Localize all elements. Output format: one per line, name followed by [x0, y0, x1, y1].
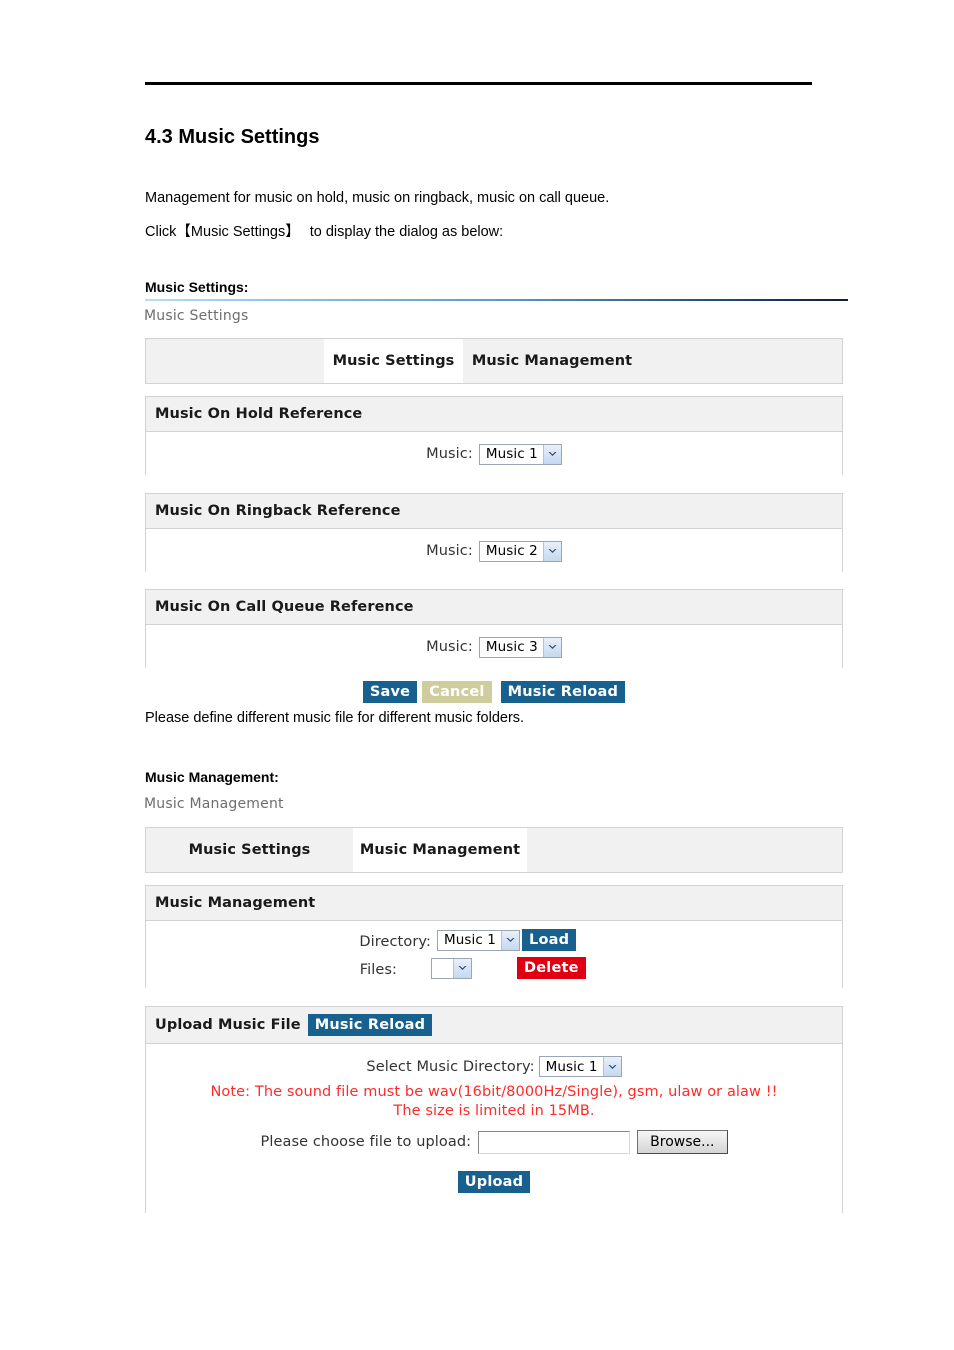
directory-select[interactable]: Music 1	[437, 929, 520, 951]
directory-row: Directory: Music 1 Load	[146, 921, 842, 953]
instruction-suffix: to display the dialog as below:	[309, 224, 504, 240]
directory-label: Directory:	[359, 933, 431, 950]
music-management-block-title: Music Management	[146, 886, 842, 921]
music-on-ringback-title: Music On Ringback Reference	[146, 494, 842, 529]
load-button[interactable]: Load	[522, 929, 577, 951]
select-music-directory-value: Music 1	[545, 1058, 598, 1075]
upload-music-reload-button[interactable]: Music Reload	[307, 1014, 433, 1036]
music-settings-tabbar: Music Settings Music Management	[145, 338, 843, 384]
browse-button[interactable]: Browse...	[637, 1130, 728, 1154]
chevron-down-icon	[542, 541, 561, 561]
tab-music-management-2[interactable]: Music Management	[353, 828, 527, 872]
music-management-block: Music Management Directory: Music 1 Load…	[145, 885, 843, 989]
select-music-directory-row: Select Music Directory: Music 1	[146, 1056, 842, 1077]
tab-spacer-right	[641, 339, 842, 383]
section-divider-gradient	[145, 299, 848, 301]
delete-button[interactable]: Delete	[517, 957, 586, 979]
music-settings-section-label: Music Settings:	[145, 279, 249, 295]
music-settings-footnote: Please define different music file for d…	[145, 710, 525, 726]
header-rule	[145, 82, 812, 85]
select-music-directory-select[interactable]: Music 1	[538, 1056, 622, 1077]
files-select[interactable]	[431, 957, 472, 979]
music-on-call-queue-block: Music On Call Queue Reference Music: Mus…	[145, 589, 843, 669]
tab-spacer-left	[146, 339, 324, 383]
music-on-hold-select-value: Music 1	[485, 446, 538, 462]
directory-select-value: Music 1	[444, 932, 496, 948]
page-title: 4.3 Music Settings	[145, 126, 320, 148]
music-on-ringback-select[interactable]: Music 2	[478, 540, 562, 562]
upload-button[interactable]: Upload	[457, 1171, 531, 1193]
tab-spacer-right-2	[527, 828, 842, 872]
files-select-value	[432, 959, 453, 978]
upload-music-file-header: Upload Music File Music Reload	[146, 1007, 842, 1044]
tab-music-management[interactable]: Music Management	[463, 339, 641, 383]
music-on-hold-title: Music On Hold Reference	[146, 397, 842, 432]
save-button[interactable]: Save	[362, 681, 418, 703]
music-on-call-queue-select[interactable]: Music 3	[478, 636, 562, 658]
chevron-down-icon	[453, 958, 471, 978]
chevron-down-icon	[542, 637, 561, 657]
tab-music-settings-2[interactable]: Music Settings	[146, 828, 353, 872]
select-music-directory-label: Select Music Directory:	[366, 1058, 535, 1075]
tab-music-settings[interactable]: Music Settings	[324, 339, 463, 383]
music-on-ringback-select-value: Music 2	[485, 543, 538, 559]
music-management-panel-caption: Music Management	[144, 796, 284, 812]
instruction-bracketed-term: 【Music Settings】	[176, 224, 300, 240]
choose-file-label: Please choose file to upload:	[260, 1134, 472, 1150]
files-row: Files: Delete	[146, 953, 842, 983]
file-path-input[interactable]	[478, 1130, 631, 1154]
cancel-button[interactable]: Cancel	[422, 681, 492, 703]
document-page: 4.3 Music Settings Management for music …	[0, 0, 954, 1350]
instruction-prefix: Click	[145, 224, 177, 240]
music-reload-button[interactable]: Music Reload	[500, 681, 626, 703]
upload-format-note-line1: Note: The sound file must be wav(16bit/8…	[210, 1084, 778, 1100]
upload-music-file-title: Upload Music File	[155, 1017, 301, 1033]
music-on-hold-block: Music On Hold Reference Music: Music 1	[145, 396, 843, 476]
music-on-call-queue-select-value: Music 3	[485, 639, 538, 655]
music-on-hold-field-label: Music:	[426, 446, 473, 462]
music-settings-actions: Save Cancel Music Reload	[145, 681, 843, 703]
choose-file-row: Please choose file to upload: Browse...	[146, 1130, 842, 1154]
music-settings-panel-caption: Music Settings	[144, 308, 249, 324]
files-label: Files:	[359, 961, 397, 978]
music-management-section-label: Music Management:	[145, 769, 279, 785]
upload-action-row: Upload	[146, 1171, 842, 1193]
upload-music-file-block: Upload Music File Music Reload Select Mu…	[145, 1006, 843, 1213]
chevron-down-icon	[542, 444, 561, 464]
instruction-paragraph: Click【Music Settings】 to display the dial…	[145, 220, 503, 241]
music-management-tabbar: Music Settings Music Management	[145, 827, 843, 873]
chevron-down-icon	[501, 930, 519, 950]
music-on-call-queue-title: Music On Call Queue Reference	[146, 590, 842, 625]
upload-format-note-line2: The size is limited in 15MB.	[393, 1103, 595, 1119]
music-on-call-queue-field-label: Music:	[426, 639, 473, 655]
upload-format-note: Note: The sound file must be wav(16bit/8…	[146, 1083, 842, 1121]
intro-paragraph: Management for music on hold, music on r…	[145, 190, 610, 206]
chevron-down-icon	[602, 1057, 621, 1076]
music-on-hold-select[interactable]: Music 1	[478, 443, 562, 465]
music-on-ringback-field-label: Music:	[426, 543, 473, 559]
music-on-ringback-block: Music On Ringback Reference Music: Music…	[145, 493, 843, 573]
